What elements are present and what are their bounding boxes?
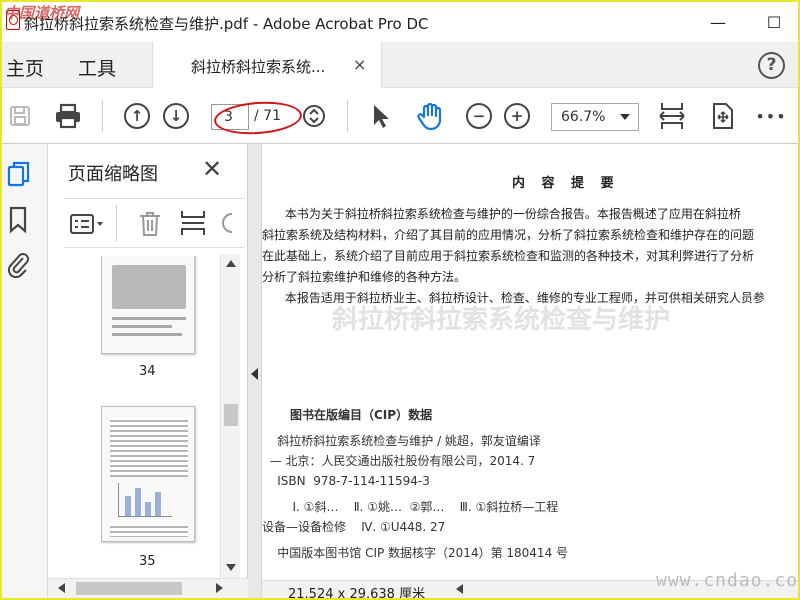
scroll-left-icon[interactable]: [456, 584, 463, 594]
thumbnail-page-number: 34: [139, 364, 156, 379]
site-watermark-bottom: www.cndao.com: [656, 570, 798, 591]
summary-heading: 内 容 提 要: [512, 176, 620, 191]
print-icon[interactable]: [52, 102, 84, 130]
cip-line: 设备—设备检修 Ⅳ. ①U448. 27: [262, 520, 446, 534]
left-navigation-strip: [2, 144, 48, 598]
zoom-select[interactable]: 66.7%: [551, 103, 639, 131]
next-page-icon[interactable]: ↓: [163, 102, 189, 130]
select-cursor-icon[interactable]: [368, 102, 394, 130]
summary-line: 在此基础上，系统介绍了目前应用于斜拉索系统检查和监测的各种技术，对其利弊进行了分…: [262, 249, 755, 263]
nav-tools[interactable]: 工具: [78, 54, 116, 81]
summary-line: 本报告适用于斜拉桥业主、斜拉桥设计、检查、维修的专业工程师，并可供相关研究人员参: [262, 291, 765, 305]
scroll-left-icon[interactable]: [58, 583, 65, 593]
scroll-right-icon[interactable]: [216, 583, 223, 593]
thumbnail-text-line: [112, 325, 172, 328]
panel-collapse-strip[interactable]: [248, 144, 262, 598]
cip-line: ISBN 978-7-114-11594-3: [262, 474, 430, 488]
thumbnail-options-icon[interactable]: [70, 213, 106, 239]
tab-row: 主页 工具 斜拉桥斜拉索系统... × ?: [2, 42, 798, 88]
zoom-in-icon[interactable]: +: [504, 102, 530, 130]
document-page: 斜拉桥斜拉索系统检查与维护 内 容 提 要 本书为关于斜拉桥斜拉索系统检查与维护…: [262, 144, 798, 580]
scrollbar-thumb[interactable]: [76, 582, 182, 595]
thumbnail-chart-bar: [155, 492, 161, 516]
thumbnails-horizontal-scrollbar[interactable]: [48, 578, 248, 598]
thumbnail-chart-bar: [135, 488, 141, 516]
previous-page-icon[interactable]: ↑: [124, 102, 150, 130]
rotate-page-icon[interactable]: [220, 211, 234, 239]
scroll-up-icon[interactable]: [226, 260, 236, 267]
collapse-panel-icon[interactable]: [251, 368, 258, 380]
toolbar-separator: [102, 100, 103, 132]
acrobat-window: 中国道桥网 斜拉桥斜拉索系统检查与维护.pdf - Adobe Acrobat …: [2, 2, 798, 598]
close-panel-icon[interactable]: ✕: [202, 155, 222, 183]
save-icon[interactable]: [6, 102, 34, 130]
nav-home[interactable]: 主页: [6, 54, 44, 81]
maximize-button[interactable]: ☐: [760, 10, 788, 34]
thumbnail-chart: [118, 483, 172, 517]
page-dimensions: 21.524 x 29.638 厘米: [288, 587, 426, 598]
page-thumbnails-icon[interactable]: [7, 160, 31, 187]
full-screen-icon[interactable]: [708, 102, 738, 130]
minimize-button[interactable]: —: [704, 10, 732, 34]
cip-line: 中国版本图书馆 CIP 数据核字（2014）第 180414 号: [262, 546, 569, 560]
main-toolbar: ↑ ↓ 3 / 71 − + 66.7% •••: [2, 88, 798, 144]
title-bar: 中国道桥网 斜拉桥斜拉索系统检查与维护.pdf - Adobe Acrobat …: [2, 2, 798, 42]
zoom-out-icon[interactable]: −: [466, 102, 492, 130]
page-stepper-icon[interactable]: [302, 102, 326, 130]
scrollbar-thumb[interactable]: [224, 404, 238, 426]
thumbnail-chart-bar: [145, 502, 151, 516]
help-icon[interactable]: ?: [758, 52, 785, 79]
cip-header: 图书在版编目（CIP）数据: [290, 408, 433, 422]
thumbnails-vertical-scrollbar[interactable]: [220, 254, 240, 584]
cip-line: 斜拉桥斜拉索系统检查与维护 / 姚超，郭友谊编译: [262, 434, 541, 448]
thumbnail-photo: [112, 265, 186, 309]
insert-page-icon[interactable]: [180, 209, 206, 241]
thumbnail-page-number: 35: [139, 554, 156, 569]
tools-separator: [116, 205, 117, 241]
thumbnail-chart-bar: [125, 496, 131, 516]
scroll-down-icon[interactable]: [226, 564, 236, 571]
more-tools-icon[interactable]: •••: [755, 102, 786, 130]
page-thumbnail[interactable]: [101, 256, 195, 354]
hand-tool-icon[interactable]: [414, 102, 446, 131]
page-thumbnails-panel: 页面缩略图 ✕ 34 35: [48, 144, 248, 598]
thumbnail-tools: [64, 198, 244, 248]
document-tab[interactable]: 斜拉桥斜拉索系统... ×: [152, 42, 382, 88]
cip-line: Ⅰ. ①斜… Ⅱ. ①姚… ②郭… Ⅲ. ①斜拉桥—工程: [262, 500, 559, 514]
toolbar-separator: [347, 100, 348, 132]
page-thumbnail[interactable]: [101, 406, 195, 542]
summary-line: 分析了斜拉索维护和维修的各种方法。: [262, 270, 467, 284]
chevron-down-icon: [620, 114, 630, 120]
thumbnail-text-line: [112, 317, 186, 320]
fit-width-icon[interactable]: [657, 102, 687, 130]
bookmark-icon[interactable]: [7, 206, 31, 234]
close-tab-icon[interactable]: ×: [353, 55, 366, 74]
summary-line: 斜拉索系统及结构材料，介绍了其目前的应用情况，分析了斜拉索系统检查和维护存在的问…: [262, 228, 755, 242]
window-title: 斜拉桥斜拉索系统检查与维护.pdf - Adobe Acrobat Pro DC: [24, 15, 429, 33]
thumbnail-text-block: [110, 523, 188, 537]
attachment-icon[interactable]: [7, 250, 31, 279]
thumbnail-text-line: [112, 333, 182, 336]
thumbnail-text-block: [110, 417, 188, 477]
document-tab-title: 斜拉桥斜拉索系统...: [191, 58, 326, 76]
thumbnails-panel-title: 页面缩略图: [68, 164, 158, 185]
summary-line: 本书为关于斜拉桥斜拉索系统检查与维护的一份综合报告。本报告概述了应用在斜拉桥: [262, 207, 741, 221]
thumbnail-list: 34 35: [56, 256, 236, 576]
delete-page-icon[interactable]: [138, 211, 162, 241]
zoom-value: 66.7%: [561, 109, 606, 125]
cip-line: — 北京：人民交通出版社股份有限公司，2014. 7: [262, 454, 536, 468]
